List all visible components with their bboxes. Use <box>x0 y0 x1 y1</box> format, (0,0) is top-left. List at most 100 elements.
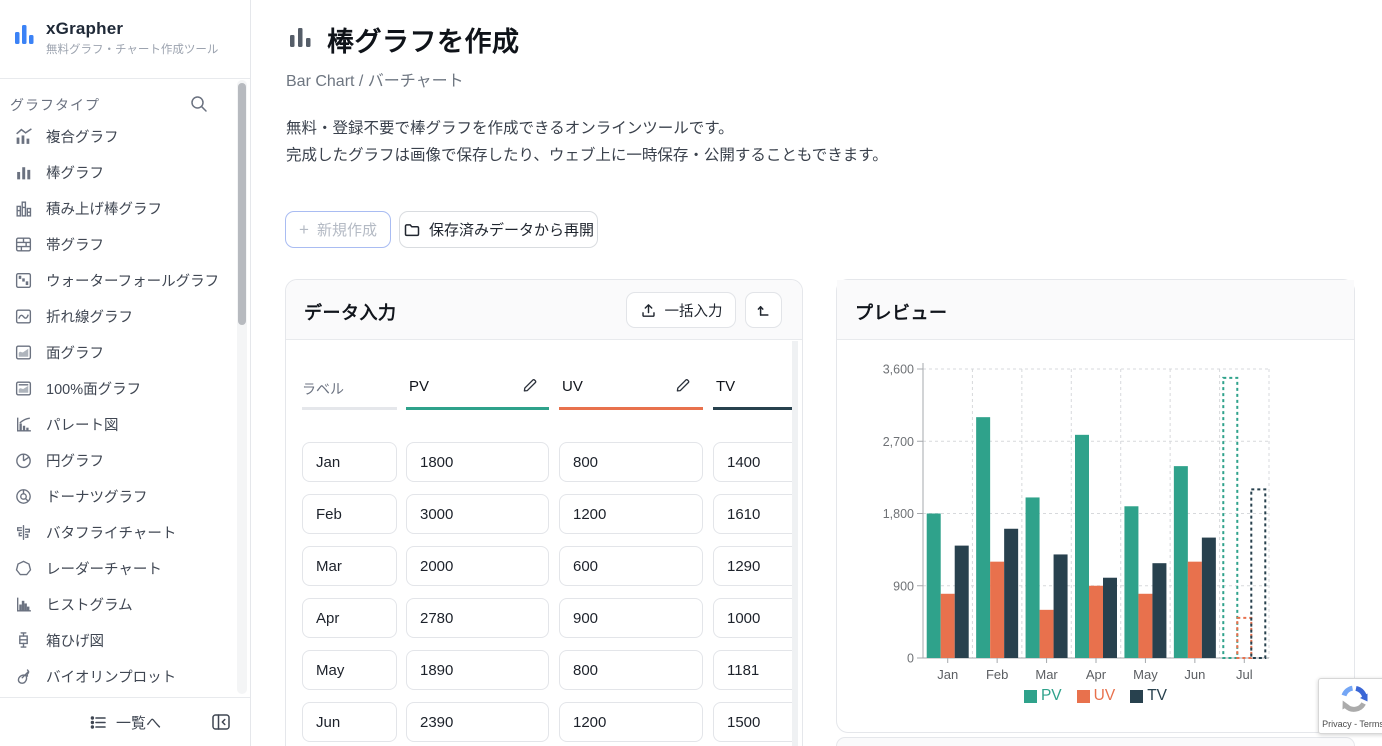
table-scrollbar[interactable] <box>792 341 798 746</box>
bar-chart-icon <box>14 163 33 182</box>
bar-tv-apr <box>1103 577 1117 658</box>
row-value-input-pv[interactable] <box>406 650 549 690</box>
row-value-input-uv[interactable] <box>559 494 703 534</box>
sidebar-item-label: 面グラフ <box>46 345 104 362</box>
bar-uv-feb <box>990 561 1005 658</box>
app-logo[interactable]: xGrapher 無料グラフ・チャート作成ツール <box>14 17 234 61</box>
upload-icon <box>641 303 655 317</box>
sidebar-item-line-chart[interactable]: 折れ線グラフ <box>0 298 236 334</box>
row-value-input-uv[interactable] <box>559 546 703 586</box>
donut-chart-icon <box>14 487 33 506</box>
row-label-input[interactable] <box>302 650 397 690</box>
edit-series-pencil-icon[interactable] <box>675 376 692 393</box>
new-create-label: 新規作成 <box>316 222 377 239</box>
recaptcha-badge[interactable]: Privacy - Terms <box>1318 678 1382 734</box>
bar-pv-jan <box>926 513 941 658</box>
row-value-input-pv[interactable] <box>406 494 549 534</box>
search-icon[interactable] <box>188 93 210 115</box>
row-value-input-pv[interactable] <box>406 442 549 482</box>
sidebar-item-area-100-chart[interactable]: 100%面グラフ <box>0 370 236 406</box>
label-column-header: ラベル <box>302 381 344 397</box>
sidebar-scrollbar-thumb[interactable] <box>238 83 246 325</box>
series-column-underline <box>559 407 703 410</box>
row-label-input[interactable] <box>302 442 397 482</box>
sidebar-item-pie-chart[interactable]: 円グラフ <box>0 442 236 478</box>
data-input-card: データ入力 一括入力 ラベル PV UV TV <box>285 279 803 746</box>
row-value-input-tv[interactable] <box>713 546 792 586</box>
row-value-input-pv[interactable] <box>406 598 549 638</box>
new-create-button[interactable]: + 新規作成 <box>285 211 391 248</box>
sidebar-item-area-chart[interactable]: 面グラフ <box>0 334 236 370</box>
row-value-input-pv[interactable] <box>406 546 549 586</box>
bar-uv-jun <box>1187 561 1202 658</box>
bar-uv-may <box>1138 593 1153 658</box>
sidebar-item-label: 複合グラフ <box>46 129 119 146</box>
row-value-input-tv[interactable] <box>713 702 792 742</box>
sidebar-item-combo-chart[interactable]: 複合グラフ <box>0 118 236 154</box>
list-icon <box>90 715 106 729</box>
preview-header: プレビュー <box>837 280 1354 340</box>
sidebar-item-violin-plot[interactable]: バイオリンプロット <box>0 658 236 694</box>
row-label-input[interactable] <box>302 546 397 586</box>
sidebar-item-histogram[interactable]: ヒストグラム <box>0 586 236 622</box>
row-value-input-uv[interactable] <box>559 650 703 690</box>
go-to-list-label: 一覧へ <box>115 714 161 732</box>
row-value-input-uv[interactable] <box>559 442 703 482</box>
sidebar-item-label: ウォーターフォールグラフ <box>46 273 220 290</box>
sidebar-item-donut-chart[interactable]: ドーナツグラフ <box>0 478 236 514</box>
bar-chart: 0 900 1,800 2,700 3,600 Jan Feb Mar Apr May Jun Jul <box>883 363 1270 682</box>
sidebar-item-label: 100%面グラフ <box>46 381 142 398</box>
recaptcha-icon <box>1341 685 1368 712</box>
recaptcha-privacy-terms[interactable]: Privacy - Terms <box>1319 719 1382 729</box>
folder-icon <box>404 223 420 236</box>
sidebar-item-stacked-bar-chart[interactable]: 積み上げ棒グラフ <box>0 190 236 226</box>
chart-type-menu: 複合グラフ棒グラフ 積み上げ棒グラフ 帯グラフウォーターフォールグラフ 折れ線グラフ面… <box>0 118 236 694</box>
series-column-header: UV <box>562 378 583 395</box>
row-value-input-tv[interactable] <box>713 650 792 690</box>
legend-swatch <box>1023 689 1037 703</box>
sidebar-item-label: 円グラフ <box>46 453 104 470</box>
series-column-header: PV <box>409 378 430 395</box>
row-label-input[interactable] <box>302 702 397 742</box>
resume-saved-data-button[interactable]: 保存済みデータから再開 <box>399 211 598 248</box>
sidebar-item-label: 折れ線グラフ <box>46 309 133 326</box>
legend-item-tv: TV <box>1130 687 1167 705</box>
legend-swatch <box>1076 689 1090 703</box>
sidebar-item-waterfall-chart[interactable]: ウォーターフォールグラフ <box>0 262 236 298</box>
row-label-input[interactable] <box>302 494 397 534</box>
bar-uv-apr <box>1089 585 1103 658</box>
transpose-button[interactable] <box>745 292 782 328</box>
row-label-input[interactable] <box>302 598 397 638</box>
bulk-input-button[interactable]: 一括入力 <box>626 292 736 328</box>
bar-tv-may <box>1152 563 1167 658</box>
sidebar-divider <box>0 78 250 79</box>
series-column-header: TV <box>716 378 736 395</box>
sidebar-item-label: ヒストグラム <box>46 597 133 614</box>
pie-chart-icon <box>14 451 33 470</box>
row-value-input-tv[interactable] <box>713 494 792 534</box>
sidebar-item-band-chart[interactable]: 帯グラフ <box>0 226 236 262</box>
sidebar-item-box-plot[interactable]: 箱ひげ図 <box>0 622 236 658</box>
row-value-input-tv[interactable] <box>713 598 792 638</box>
butterfly-chart-icon <box>14 523 33 542</box>
row-value-input-uv[interactable] <box>559 702 703 742</box>
bar-uv-mar <box>1039 609 1054 658</box>
label-column-underline <box>302 407 397 410</box>
collapse-sidebar-icon[interactable] <box>210 711 232 733</box>
combo-chart-icon <box>14 127 33 146</box>
row-value-input-pv[interactable] <box>406 702 549 742</box>
svg-text:Feb: Feb <box>986 667 1008 682</box>
sidebar-item-bar-chart[interactable]: 棒グラフ <box>0 154 236 190</box>
sidebar-item-butterfly-chart[interactable]: バタフライチャート <box>0 514 236 550</box>
sidebar-item-pareto-chart[interactable]: パレート図 <box>0 406 236 442</box>
waterfall-chart-icon <box>14 271 33 290</box>
edit-series-pencil-icon[interactable] <box>522 376 539 393</box>
bar-chart-title-icon <box>290 28 311 47</box>
app-tagline: 無料グラフ・チャート作成ツール <box>46 44 219 56</box>
row-value-input-tv[interactable] <box>713 442 792 482</box>
chart-type-section-label: グラフタイプ <box>10 97 100 113</box>
row-value-input-uv[interactable] <box>559 598 703 638</box>
svg-text:2,700: 2,700 <box>883 435 914 449</box>
sidebar-item-radar-chart[interactable]: レーダーチャート <box>0 550 236 586</box>
svg-text:May: May <box>1133 667 1158 682</box>
